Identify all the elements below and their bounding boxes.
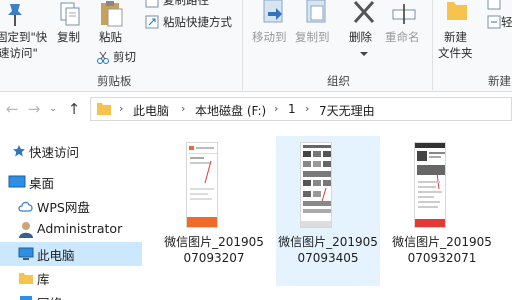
star-icon bbox=[12, 144, 26, 158]
sidebar-item-label: Administrator bbox=[37, 221, 123, 236]
sidebar-item-administrator[interactable]: Administrator bbox=[0, 218, 142, 242]
desktop-icon bbox=[8, 175, 26, 189]
breadcrumb-chevron-icon[interactable]: › bbox=[274, 102, 278, 115]
easy-access-icon[interactable] bbox=[487, 15, 501, 29]
file-list: 微信图片_20190507093207 微信图片_20190507093405 bbox=[142, 128, 512, 300]
paste-icon[interactable] bbox=[98, 0, 124, 28]
copy-path-icon[interactable] bbox=[145, 0, 159, 8]
file-name: 微信图片_20190507093405 bbox=[278, 235, 378, 265]
paste-shortcut-button[interactable]: 粘贴快捷方式 bbox=[163, 15, 232, 30]
sidebar-item-label: 网络 bbox=[37, 293, 62, 300]
breadcrumb-chevron-icon[interactable]: › bbox=[119, 102, 123, 115]
image-thumbnail bbox=[414, 142, 446, 228]
cloud-icon bbox=[18, 200, 34, 212]
breadcrumb-chevron-icon[interactable]: › bbox=[181, 102, 185, 115]
file-item[interactable]: 微信图片_20190507093207 bbox=[162, 136, 266, 286]
new-folder-icon[interactable] bbox=[446, 0, 468, 22]
easy-access-button[interactable]: 轻 bbox=[501, 15, 512, 30]
navigation-pane: 快速访问 桌面 WPS网盘 Administrator 此电脑 库 网络 bbox=[0, 128, 142, 300]
address-bar[interactable]: › 此电脑 › 本地磁盘 (F:) › 1 › 7天无理由 bbox=[90, 97, 512, 121]
delete-icon[interactable] bbox=[351, 0, 377, 26]
folder-icon bbox=[96, 102, 112, 116]
pin-to-quick-access-label-2[interactable]: 速访问" bbox=[0, 46, 38, 61]
sidebar-item-label: WPS网盘 bbox=[37, 200, 90, 215]
file-item[interactable]: 微信图片_20190507093405 bbox=[276, 136, 380, 286]
sidebar-item-label: 库 bbox=[37, 272, 50, 287]
up-arrow-icon[interactable]: ↑ bbox=[66, 100, 82, 118]
chevron-down-icon[interactable] bbox=[359, 46, 369, 56]
file-name: 微信图片_20190507093207 bbox=[164, 235, 264, 265]
copy-to-button[interactable]: 复制到 bbox=[295, 30, 330, 45]
copy-button[interactable]: 复制 bbox=[57, 30, 80, 45]
copy-path-button[interactable]: 复制路径 bbox=[163, 0, 209, 8]
clipboard-group-label: 剪贴板 bbox=[97, 74, 132, 88]
sidebar-item-libraries[interactable]: 库 bbox=[0, 266, 142, 290]
breadcrumb-local-disk[interactable]: 本地磁盘 (F:) bbox=[195, 102, 266, 119]
rename-icon[interactable] bbox=[392, 2, 416, 26]
pin-icon[interactable] bbox=[4, 2, 26, 28]
sidebar-item-this-pc[interactable]: 此电脑 bbox=[0, 242, 142, 266]
ribbon-separator bbox=[242, 0, 243, 90]
organize-group-label: 组织 bbox=[327, 74, 350, 88]
user-icon bbox=[18, 221, 34, 239]
pin-to-quick-access-label-1[interactable]: 固定到"快 bbox=[0, 30, 47, 45]
image-thumbnail bbox=[300, 142, 332, 228]
sidebar-item-wps-cloud[interactable]: WPS网盘 bbox=[0, 194, 142, 218]
forward-arrow-icon[interactable]: → bbox=[26, 100, 42, 118]
sidebar-item-label: 桌面 bbox=[29, 176, 55, 191]
move-to-icon[interactable] bbox=[262, 0, 286, 26]
delete-button[interactable]: 删除 bbox=[349, 30, 372, 45]
image-thumbnail bbox=[186, 142, 218, 228]
recent-locations-chevron-icon[interactable]: ⌄ bbox=[45, 100, 61, 118]
new-folder-label-2[interactable]: 文件夹 bbox=[438, 46, 473, 61]
breadcrumb-chevron-icon[interactable]: › bbox=[305, 102, 309, 115]
sidebar-item-label: 此电脑 bbox=[37, 248, 75, 263]
new-folder-label-1[interactable]: 新建 bbox=[444, 30, 467, 45]
file-name: 微信图片_201905070932071 bbox=[392, 235, 492, 265]
back-arrow-icon[interactable]: ← bbox=[4, 100, 20, 118]
new-item-icon[interactable] bbox=[487, 0, 501, 10]
computer-icon bbox=[18, 247, 34, 261]
paste-button[interactable]: 粘贴 bbox=[99, 30, 122, 45]
file-item[interactable]: 微信图片_201905070932071 bbox=[390, 136, 494, 286]
ribbon-separator bbox=[432, 0, 433, 90]
ribbon: 固定到"快 速访问" 复制 粘贴 复制路径 粘贴快捷方式 剪切 剪贴板 移动到 … bbox=[0, 0, 512, 92]
cut-icon[interactable] bbox=[96, 51, 110, 65]
sidebar-item-label: 快速访问 bbox=[29, 145, 80, 160]
sidebar-item-quick-access[interactable]: 快速访问 bbox=[0, 139, 142, 163]
rename-button[interactable]: 重命名 bbox=[385, 30, 420, 45]
sidebar-item-desktop[interactable]: 桌面 bbox=[0, 170, 142, 194]
copy-icon[interactable] bbox=[58, 2, 82, 28]
copy-to-icon[interactable] bbox=[305, 0, 329, 26]
paste-shortcut-icon[interactable] bbox=[145, 15, 159, 29]
sidebar-item-network[interactable]: 网络 bbox=[0, 290, 142, 300]
breadcrumb-this-pc[interactable]: 此电脑 bbox=[133, 102, 169, 119]
breadcrumb-current-folder[interactable]: 7天无理由 bbox=[319, 102, 375, 119]
move-to-button[interactable]: 移动到 bbox=[252, 30, 287, 45]
breadcrumb-folder-1[interactable]: 1 bbox=[288, 102, 296, 116]
network-icon bbox=[18, 295, 34, 300]
cut-button[interactable]: 剪切 bbox=[113, 50, 136, 65]
library-icon bbox=[18, 271, 34, 285]
new-group-label: 新建 bbox=[488, 74, 511, 88]
